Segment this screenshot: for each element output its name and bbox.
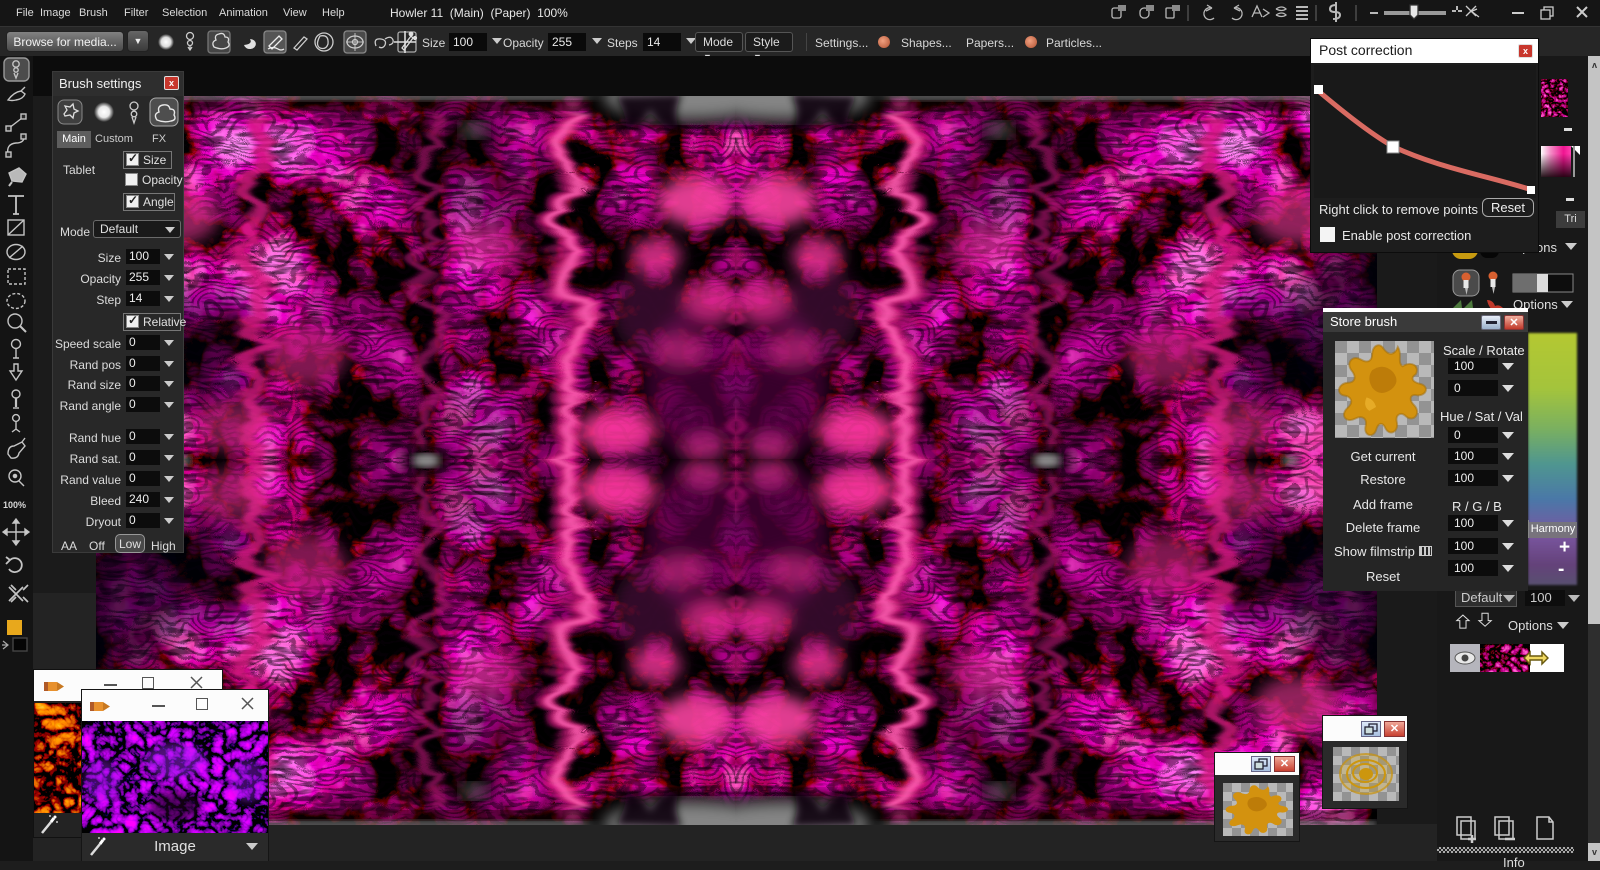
svg-text:100%: 100% — [3, 500, 26, 510]
